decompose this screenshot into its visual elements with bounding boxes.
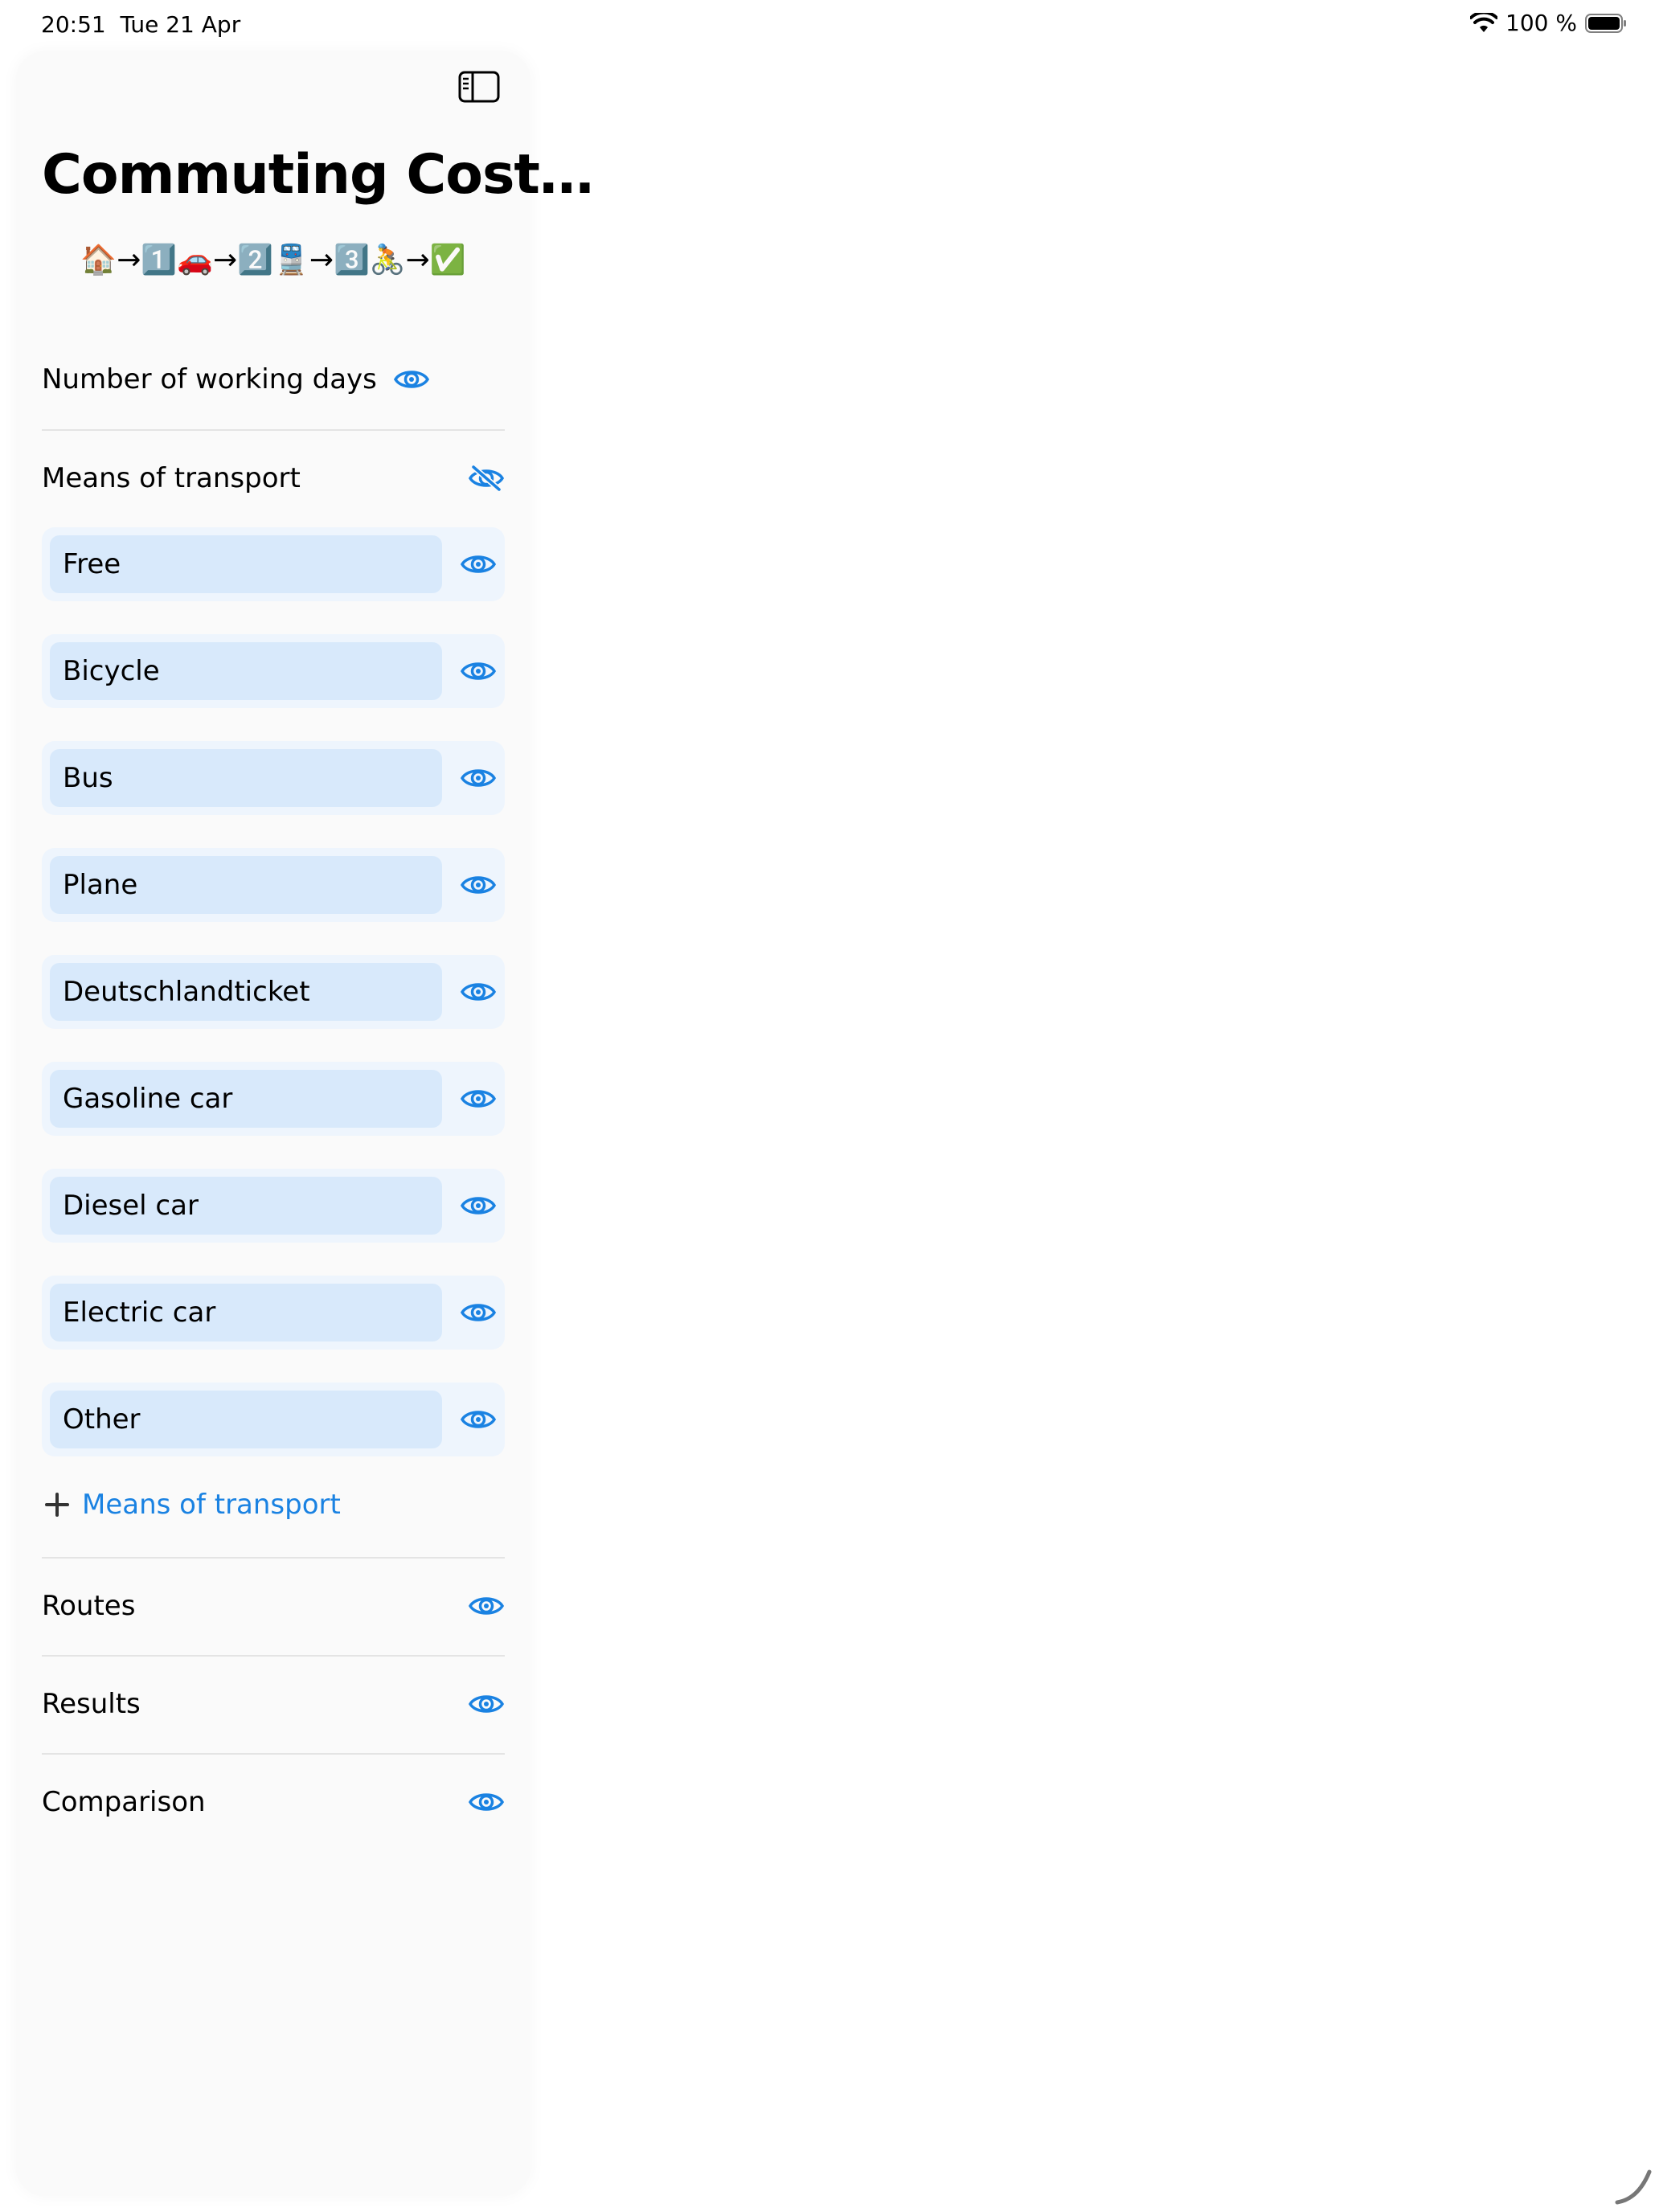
eye-icon[interactable] bbox=[460, 1085, 497, 1112]
working-days-section[interactable]: Number of working days bbox=[42, 355, 505, 403]
plus-icon bbox=[45, 1493, 69, 1517]
eye-icon[interactable] bbox=[460, 551, 497, 578]
eye-icon[interactable] bbox=[468, 1788, 505, 1816]
status-clock: 20:51 bbox=[41, 11, 106, 38]
transport-item-other[interactable]: Other bbox=[42, 1382, 505, 1456]
eye-icon[interactable] bbox=[460, 978, 497, 1006]
eye-icon[interactable] bbox=[460, 871, 497, 899]
transport-name-field[interactable]: Deutschlandticket bbox=[50, 963, 442, 1021]
eye-icon[interactable] bbox=[468, 1592, 505, 1620]
means-label: Means of transport bbox=[42, 462, 301, 494]
eye-icon[interactable] bbox=[393, 366, 430, 393]
eye-icon[interactable] bbox=[468, 1690, 505, 1718]
transport-item-deutschlandticket[interactable]: Deutschlandticket bbox=[42, 955, 505, 1029]
status-indicators: 100 % bbox=[1470, 10, 1627, 36]
working-days-label: Number of working days bbox=[42, 363, 377, 395]
sidebar-toggle-icon[interactable] bbox=[458, 71, 500, 103]
divider bbox=[42, 1557, 505, 1559]
status-time: 20:51 Tue 21 Apr bbox=[41, 11, 240, 38]
battery-icon bbox=[1585, 13, 1626, 33]
eye-icon[interactable] bbox=[460, 1406, 497, 1433]
divider bbox=[42, 429, 505, 431]
add-means-label: Means of transport bbox=[82, 1489, 341, 1521]
divider bbox=[42, 1655, 505, 1657]
sidebar: Commuting Cost… 🏠→1️⃣🚗→2️⃣🚆→3️⃣🚴→✅ Numbe… bbox=[16, 51, 594, 2196]
transport-name-field[interactable]: Plane bbox=[50, 856, 442, 914]
battery-percent: 100 % bbox=[1505, 10, 1577, 36]
transport-name-field[interactable]: Bicycle bbox=[50, 642, 442, 700]
transport-item-free[interactable]: Free bbox=[42, 527, 505, 601]
transport-name-field[interactable]: Diesel car bbox=[50, 1177, 442, 1235]
results-section[interactable]: Results bbox=[42, 1680, 505, 1728]
transport-name-field[interactable]: Electric car bbox=[50, 1284, 442, 1342]
transport-item-diesel-car[interactable]: Diesel car bbox=[42, 1169, 505, 1243]
eye-icon[interactable] bbox=[460, 657, 497, 685]
status-date: Tue 21 Apr bbox=[120, 11, 241, 38]
routes-label: Routes bbox=[42, 1590, 136, 1622]
add-means-button[interactable]: Means of transport bbox=[45, 1489, 341, 1521]
results-label: Results bbox=[42, 1688, 141, 1720]
resize-corner-icon bbox=[1615, 2169, 1652, 2205]
eye-icon[interactable] bbox=[460, 1299, 497, 1326]
routes-section[interactable]: Routes bbox=[42, 1582, 505, 1630]
transport-item-gasoline-car[interactable]: Gasoline car bbox=[42, 1062, 505, 1136]
eye-icon[interactable] bbox=[460, 764, 497, 792]
wifi-icon bbox=[1470, 12, 1498, 32]
means-section-header[interactable]: Means of transport bbox=[42, 454, 505, 502]
transport-name-field[interactable]: Free bbox=[50, 535, 442, 593]
comparison-section[interactable]: Comparison bbox=[42, 1778, 505, 1826]
transport-item-electric-car[interactable]: Electric car bbox=[42, 1276, 505, 1350]
route-emoji-strip: 🏠→1️⃣🚗→2️⃣🚆→3️⃣🚴→✅ bbox=[80, 244, 466, 276]
transport-item-bus[interactable]: Bus bbox=[42, 741, 505, 815]
comparison-label: Comparison bbox=[42, 1786, 206, 1818]
divider bbox=[42, 1753, 505, 1755]
transport-item-bicycle[interactable]: Bicycle bbox=[42, 634, 505, 708]
transport-name-field[interactable]: Other bbox=[50, 1391, 442, 1448]
eye-slash-icon[interactable] bbox=[468, 465, 505, 492]
eye-icon[interactable] bbox=[460, 1192, 497, 1219]
status-bar: 20:51 Tue 21 Apr 100 % bbox=[0, 0, 1659, 51]
transport-name-field[interactable]: Bus bbox=[50, 749, 442, 807]
transport-item-plane[interactable]: Plane bbox=[42, 848, 505, 922]
page-title: Commuting Cost… bbox=[42, 143, 594, 207]
transport-name-field[interactable]: Gasoline car bbox=[50, 1070, 442, 1128]
